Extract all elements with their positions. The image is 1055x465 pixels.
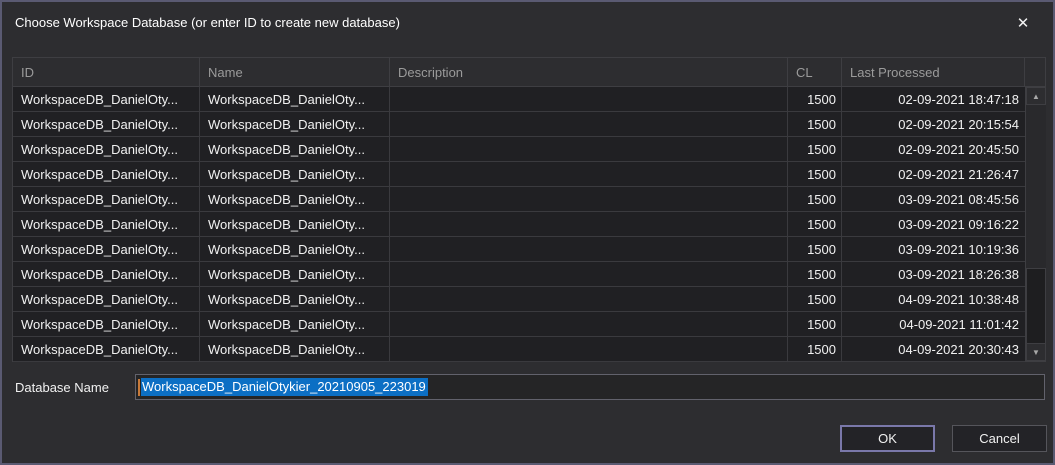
table-row[interactable]: WorkspaceDB_DanielOty... WorkspaceDB_Dan…: [13, 237, 1025, 262]
ok-button[interactable]: OK: [840, 425, 935, 452]
dialog-title: Choose Workspace Database (or enter ID t…: [15, 15, 400, 30]
cell-last-processed: 04-09-2021 11:01:42: [842, 312, 1025, 336]
table-row[interactable]: WorkspaceDB_DanielOty... WorkspaceDB_Dan…: [13, 337, 1025, 362]
table-row[interactable]: WorkspaceDB_DanielOty... WorkspaceDB_Dan…: [13, 137, 1025, 162]
cell-id: WorkspaceDB_DanielOty...: [13, 212, 200, 236]
cell-name: WorkspaceDB_DanielOty...: [200, 312, 390, 336]
database-name-label: Database Name: [15, 380, 109, 395]
cell-last-processed: 02-09-2021 20:15:54: [842, 112, 1025, 136]
cell-cl: 1500: [788, 162, 842, 186]
cell-description: [390, 187, 788, 211]
cell-id: WorkspaceDB_DanielOty...: [13, 87, 200, 111]
workspace-database-table: ID Name Description CL Last Processed Wo…: [12, 57, 1046, 362]
vertical-scrollbar[interactable]: ▲ ▼: [1025, 87, 1046, 361]
cell-cl: 1500: [788, 287, 842, 311]
table-row[interactable]: WorkspaceDB_DanielOty... WorkspaceDB_Dan…: [13, 312, 1025, 337]
cell-name: WorkspaceDB_DanielOty...: [200, 337, 390, 361]
column-header-description[interactable]: Description: [390, 58, 788, 86]
cell-name: WorkspaceDB_DanielOty...: [200, 187, 390, 211]
cell-cl: 1500: [788, 137, 842, 161]
cell-last-processed: 03-09-2021 10:19:36: [842, 237, 1025, 261]
table-row[interactable]: WorkspaceDB_DanielOty... WorkspaceDB_Dan…: [13, 162, 1025, 187]
cell-name: WorkspaceDB_DanielOty...: [200, 237, 390, 261]
table-row[interactable]: WorkspaceDB_DanielOty... WorkspaceDB_Dan…: [13, 187, 1025, 212]
cell-id: WorkspaceDB_DanielOty...: [13, 262, 200, 286]
database-name-input[interactable]: WorkspaceDB_DanielOtykier_20210905_22301…: [135, 374, 1045, 400]
table-row[interactable]: WorkspaceDB_DanielOty... WorkspaceDB_Dan…: [13, 112, 1025, 137]
cell-last-processed: 03-09-2021 09:16:22: [842, 212, 1025, 236]
cell-id: WorkspaceDB_DanielOty...: [13, 137, 200, 161]
cell-cl: 1500: [788, 187, 842, 211]
cell-cl: 1500: [788, 87, 842, 111]
cell-id: WorkspaceDB_DanielOty...: [13, 337, 200, 361]
cell-last-processed: 04-09-2021 10:38:48: [842, 287, 1025, 311]
cell-id: WorkspaceDB_DanielOty...: [13, 237, 200, 261]
cancel-button[interactable]: Cancel: [952, 425, 1047, 452]
cell-id: WorkspaceDB_DanielOty...: [13, 312, 200, 336]
cell-description: [390, 262, 788, 286]
table-row[interactable]: WorkspaceDB_DanielOty... WorkspaceDB_Dan…: [13, 262, 1025, 287]
text-caret: [138, 379, 140, 396]
scroll-up-icon[interactable]: ▲: [1026, 87, 1046, 105]
cell-description: [390, 337, 788, 361]
cell-description: [390, 87, 788, 111]
column-header-last-processed[interactable]: Last Processed: [842, 58, 1025, 86]
column-header-spacer: [1025, 58, 1045, 86]
column-header-cl[interactable]: CL: [788, 58, 842, 86]
cell-name: WorkspaceDB_DanielOty...: [200, 137, 390, 161]
cell-description: [390, 287, 788, 311]
database-name-value: WorkspaceDB_DanielOtykier_20210905_22301…: [141, 378, 428, 396]
column-header-id[interactable]: ID: [13, 58, 200, 86]
column-header-name[interactable]: Name: [200, 58, 390, 86]
cell-id: WorkspaceDB_DanielOty...: [13, 287, 200, 311]
cell-id: WorkspaceDB_DanielOty...: [13, 187, 200, 211]
cell-description: [390, 137, 788, 161]
cell-cl: 1500: [788, 212, 842, 236]
cell-id: WorkspaceDB_DanielOty...: [13, 112, 200, 136]
table-row[interactable]: WorkspaceDB_DanielOty... WorkspaceDB_Dan…: [13, 87, 1025, 112]
cell-last-processed: 02-09-2021 18:47:18: [842, 87, 1025, 111]
scrollbar-thumb[interactable]: [1026, 268, 1046, 344]
cell-name: WorkspaceDB_DanielOty...: [200, 112, 390, 136]
table-body: WorkspaceDB_DanielOty... WorkspaceDB_Dan…: [13, 87, 1045, 361]
choose-workspace-database-dialog: Choose Workspace Database (or enter ID t…: [0, 0, 1055, 465]
cell-name: WorkspaceDB_DanielOty...: [200, 87, 390, 111]
table-body-rows: WorkspaceDB_DanielOty... WorkspaceDB_Dan…: [13, 87, 1025, 361]
table-header-row: ID Name Description CL Last Processed: [13, 58, 1045, 87]
cell-last-processed: 03-09-2021 08:45:56: [842, 187, 1025, 211]
table-row[interactable]: WorkspaceDB_DanielOty... WorkspaceDB_Dan…: [13, 212, 1025, 237]
cell-cl: 1500: [788, 112, 842, 136]
cell-name: WorkspaceDB_DanielOty...: [200, 287, 390, 311]
table-row[interactable]: WorkspaceDB_DanielOty... WorkspaceDB_Dan…: [13, 287, 1025, 312]
cell-name: WorkspaceDB_DanielOty...: [200, 212, 390, 236]
cell-last-processed: 02-09-2021 20:45:50: [842, 137, 1025, 161]
cell-description: [390, 212, 788, 236]
cell-cl: 1500: [788, 237, 842, 261]
cell-name: WorkspaceDB_DanielOty...: [200, 262, 390, 286]
cell-description: [390, 112, 788, 136]
cell-description: [390, 312, 788, 336]
close-icon[interactable]: ✕: [1011, 11, 1035, 35]
cell-description: [390, 162, 788, 186]
cell-name: WorkspaceDB_DanielOty...: [200, 162, 390, 186]
cell-id: WorkspaceDB_DanielOty...: [13, 162, 200, 186]
cell-cl: 1500: [788, 312, 842, 336]
cell-last-processed: 03-09-2021 18:26:38: [842, 262, 1025, 286]
cell-last-processed: 04-09-2021 20:30:43: [842, 337, 1025, 361]
scroll-down-icon[interactable]: ▼: [1026, 343, 1046, 361]
cell-cl: 1500: [788, 337, 842, 361]
cell-cl: 1500: [788, 262, 842, 286]
cell-description: [390, 237, 788, 261]
cell-last-processed: 02-09-2021 21:26:47: [842, 162, 1025, 186]
